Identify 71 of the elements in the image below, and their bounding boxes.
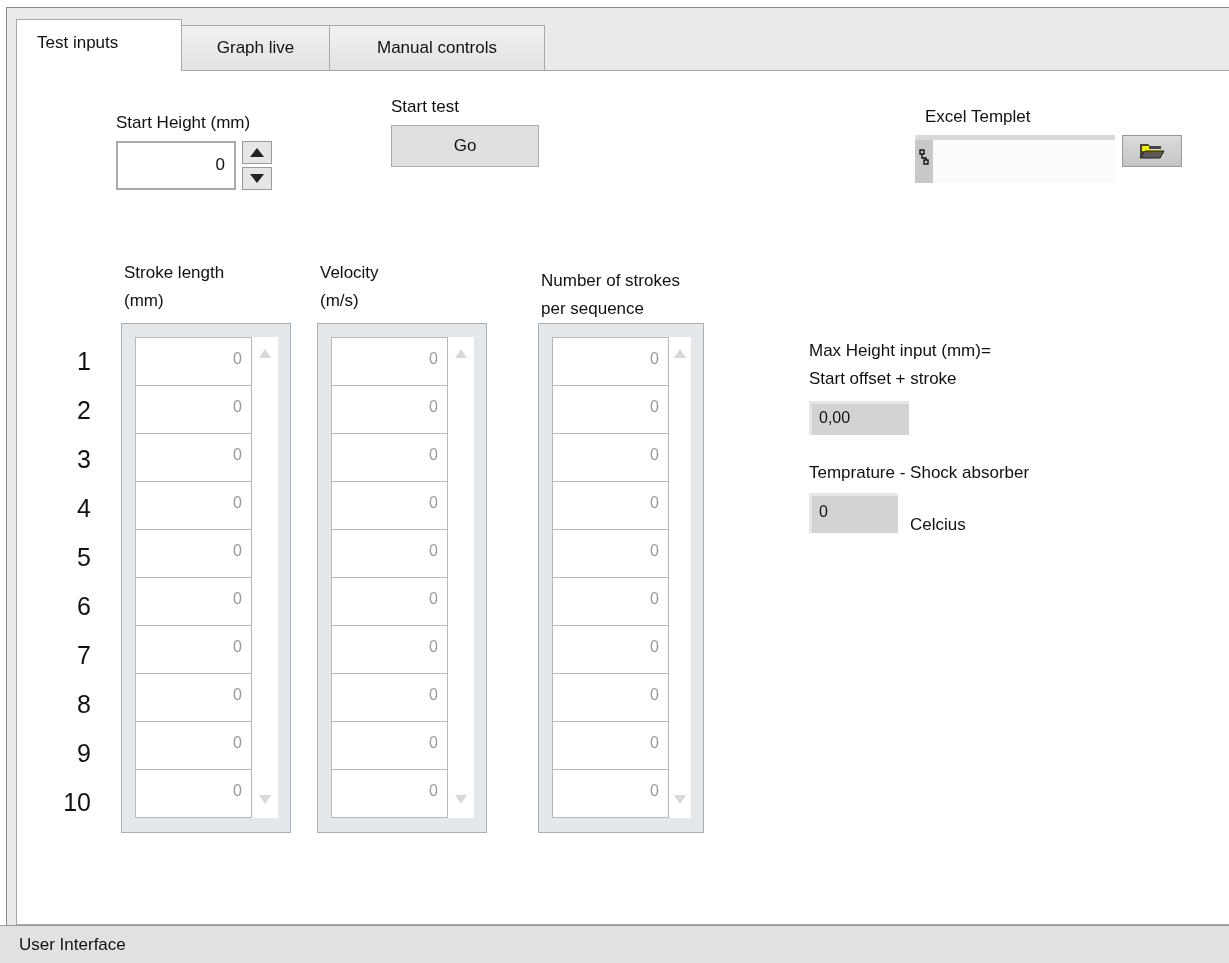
- tab[interactable]: Test inputs: [16, 19, 182, 71]
- numeric-field[interactable]: 0: [135, 769, 252, 818]
- numeric-field[interactable]: 0: [552, 721, 669, 770]
- row-number: 7: [76, 640, 91, 671]
- numeric-field[interactable]: 0: [135, 625, 252, 674]
- field-label: Start Height (mm): [116, 112, 252, 134]
- row-number: 9: [76, 738, 91, 769]
- numeric-field[interactable]: 0: [331, 769, 448, 818]
- decrement-button[interactable]: [242, 167, 272, 190]
- column-label: Velocity (m/s): [319, 262, 380, 312]
- tab[interactable]: Graph live: [181, 25, 330, 70]
- scroll-up-icon[interactable]: [259, 349, 271, 358]
- numeric-field[interactable]: 0: [552, 481, 669, 530]
- numeric-field[interactable]: 0: [331, 529, 448, 578]
- row-number: 2: [76, 395, 91, 426]
- row-number: 3: [76, 444, 91, 475]
- scroll-down-icon[interactable]: [259, 795, 271, 804]
- numeric-field[interactable]: 0: [135, 721, 252, 770]
- numeric-field[interactable]: 0: [135, 481, 252, 530]
- numeric-field[interactable]: 0: [552, 625, 669, 674]
- row-number: 10: [62, 787, 91, 818]
- column-label: Number of strokes per sequence: [540, 270, 681, 320]
- up-triangle-icon: [250, 148, 264, 157]
- row-number: 1: [76, 346, 91, 377]
- folder-icon: [1139, 142, 1165, 160]
- numeric-field[interactable]: 0: [331, 721, 448, 770]
- numeric-field[interactable]: 0: [552, 529, 669, 578]
- row-number: 5: [76, 542, 91, 573]
- numeric-field[interactable]: 0: [331, 337, 448, 386]
- button-label: Start test: [391, 96, 461, 118]
- scroll-down-icon[interactable]: [674, 795, 686, 804]
- numeric-field[interactable]: 0: [331, 433, 448, 482]
- go-button[interactable]: Go: [391, 125, 539, 167]
- numeric-field[interactable]: 0: [116, 141, 236, 190]
- numeric-field[interactable]: 0: [135, 433, 252, 482]
- numeric-field[interactable]: 0: [552, 577, 669, 626]
- numeric-field[interactable]: 0: [135, 337, 252, 386]
- tab[interactable]: Manual controls: [329, 25, 545, 70]
- numeric-field[interactable]: 0: [552, 673, 669, 722]
- numeric-indicator: 0: [809, 493, 898, 533]
- numeric-field[interactable]: 0: [135, 529, 252, 578]
- numeric-field[interactable]: 0: [552, 433, 669, 482]
- column-label: Stroke length (mm): [123, 262, 226, 312]
- numeric-indicator: 0,00: [809, 401, 909, 435]
- numeric-field[interactable]: 0: [135, 673, 252, 722]
- numeric-field[interactable]: 0: [552, 337, 669, 386]
- row-number: 6: [76, 591, 91, 622]
- indicator-label: Temprature - Shock absorber: [809, 462, 1030, 484]
- browse-button[interactable]: [1122, 135, 1182, 167]
- numeric-field[interactable]: 0: [135, 577, 252, 626]
- numeric-field[interactable]: 0: [552, 385, 669, 434]
- status-bar: User Interface: [0, 925, 1229, 963]
- down-triangle-icon: [250, 174, 264, 183]
- numeric-field[interactable]: 0: [331, 385, 448, 434]
- numeric-field[interactable]: 0: [552, 769, 669, 818]
- unit-label: Celcius: [910, 515, 966, 535]
- numeric-field[interactable]: 0: [331, 673, 448, 722]
- path-field[interactable]: [915, 135, 1115, 183]
- numeric-field[interactable]: 0: [331, 625, 448, 674]
- field-label: Excel Templet: [925, 106, 1032, 128]
- increment-button[interactable]: [242, 141, 272, 164]
- indicator-label: Max Height input (mm)= Start offset + stroke: [809, 340, 992, 390]
- scroll-up-icon[interactable]: [455, 349, 467, 358]
- scroll-up-icon[interactable]: [674, 349, 686, 358]
- numeric-field[interactable]: 0: [331, 481, 448, 530]
- scroll-down-icon[interactable]: [455, 795, 467, 804]
- path-icon: [919, 149, 929, 166]
- numeric-field[interactable]: 0: [135, 385, 252, 434]
- row-number: 8: [76, 689, 91, 720]
- numeric-field[interactable]: 0: [331, 577, 448, 626]
- row-number: 4: [76, 493, 91, 524]
